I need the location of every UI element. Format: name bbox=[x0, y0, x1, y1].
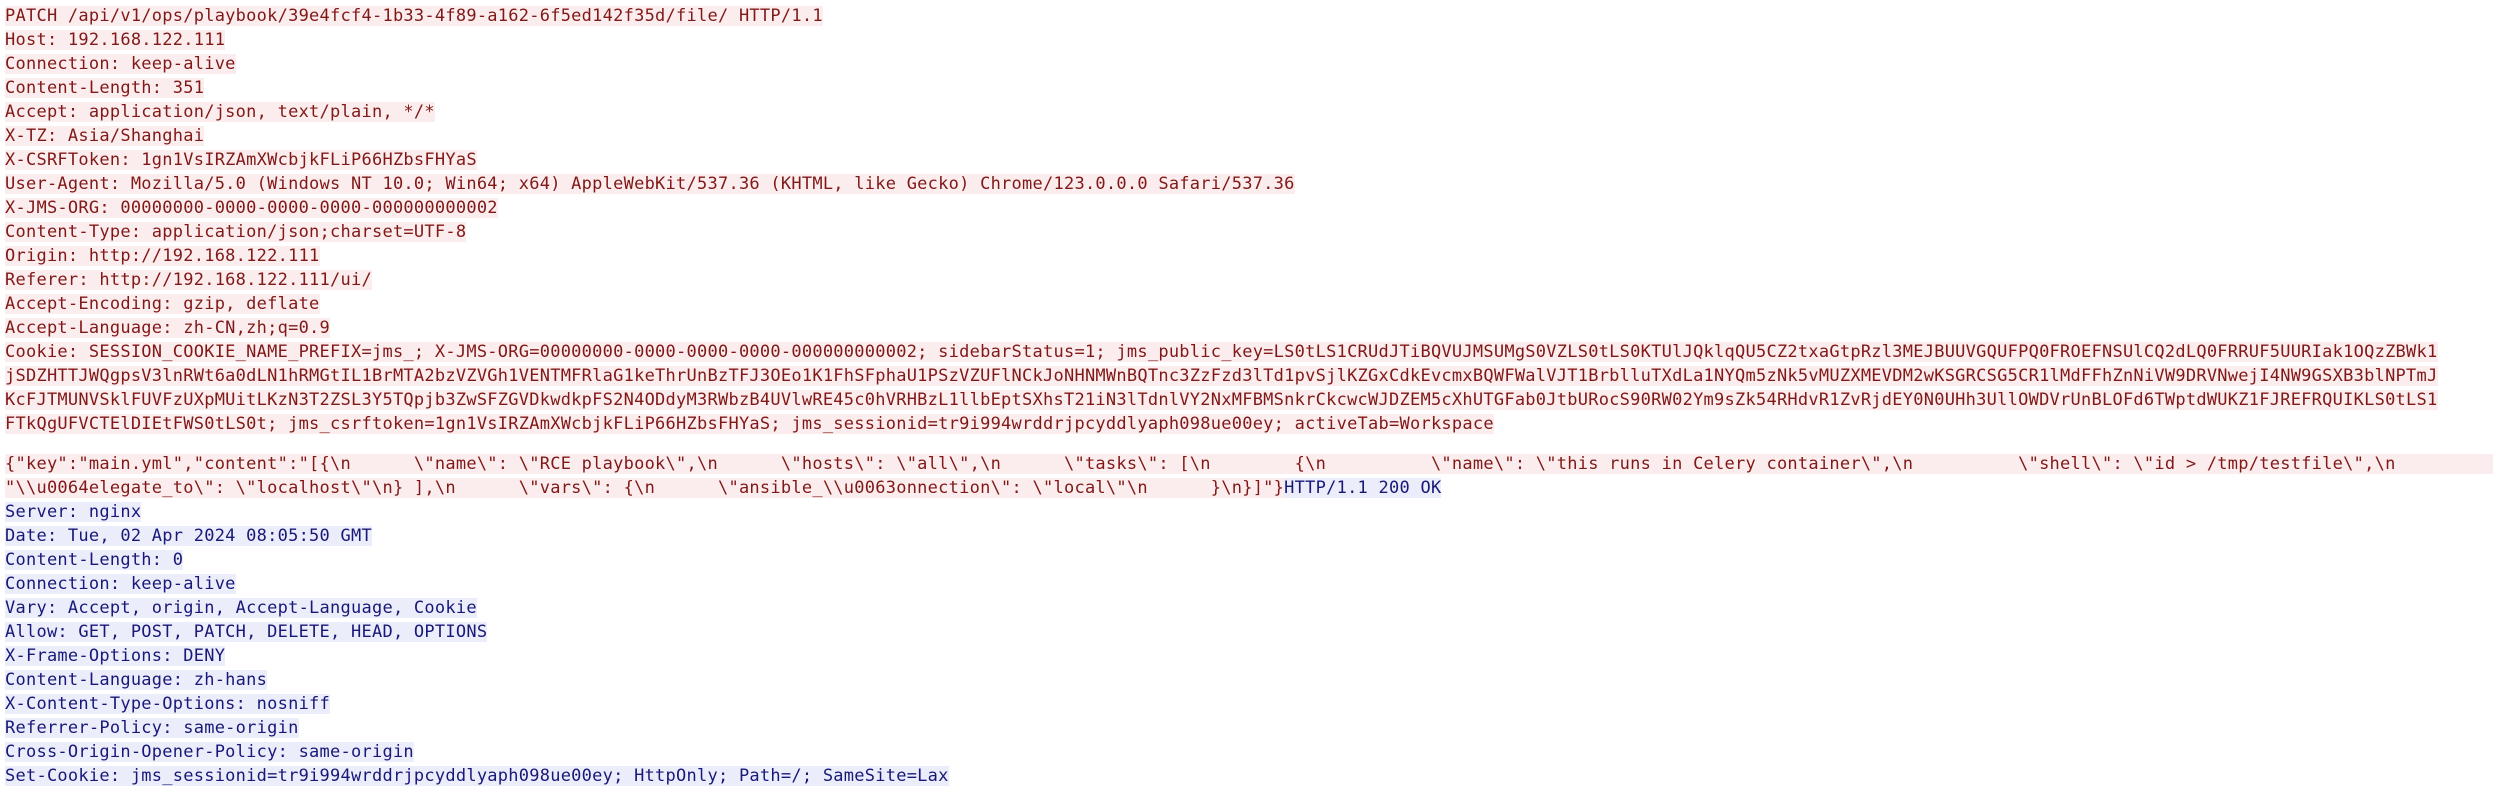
request-body-line: {"key":"main.yml","content":"[{\n \"name… bbox=[5, 452, 2493, 476]
response-status-line: HTTP/1.1 200 OK bbox=[1284, 478, 1442, 498]
response-header-set-cookie: Set-Cookie: jms_sessionid=tr9i994wrddrjp… bbox=[5, 766, 949, 786]
request-header-x-jms-org: X-JMS-ORG: 00000000-0000-0000-0000-00000… bbox=[5, 198, 498, 218]
request-header-accept: Accept: application/json, text/plain, */… bbox=[5, 102, 435, 122]
request-header-cookie-cont: jSDZHTTJWQgpsV3lnRWt6a0dLN1hRMGtIL1BrMTA… bbox=[5, 366, 2438, 386]
request-header-cookie-cont: KcFJTMUNVSklFUVFzUXpMUitLKzN3T2ZSL3Y5TQp… bbox=[5, 390, 2438, 410]
response-header-x-frame-options: X-Frame-Options: DENY bbox=[5, 646, 226, 666]
request-header-x-csrftoken: X-CSRFToken: 1gn1VsIRZAmXWcbjkFLiP66HZbs… bbox=[5, 150, 477, 170]
response-header-vary: Vary: Accept, origin, Accept-Language, C… bbox=[5, 598, 477, 618]
request-header-cookie: Cookie: SESSION_COOKIE_NAME_PREFIX=jms_;… bbox=[5, 342, 2438, 362]
request-header-origin: Origin: http://192.168.122.111 bbox=[5, 246, 320, 266]
response-header-connection: Connection: keep-alive bbox=[5, 574, 236, 594]
request-header-user-agent: User-Agent: Mozilla/5.0 (Windows NT 10.0… bbox=[5, 174, 1295, 194]
request-header-content-type: Content-Type: application/json;charset=U… bbox=[5, 222, 467, 242]
response-header-coop: Cross-Origin-Opener-Policy: same-origin bbox=[5, 742, 414, 762]
response-header-allow: Allow: GET, POST, PATCH, DELETE, HEAD, O… bbox=[5, 622, 488, 642]
request-header-accept-language: Accept-Language: zh-CN,zh;q=0.9 bbox=[5, 318, 331, 338]
request-header-connection: Connection: keep-alive bbox=[5, 54, 236, 74]
request-body-line: "\\u0064elegate_to\": \"localhost\"\n} ]… bbox=[5, 478, 1442, 498]
response-header-server: Server: nginx bbox=[5, 502, 142, 522]
header-body-separator bbox=[5, 436, 2493, 452]
response-header-content-length: Content-Length: 0 bbox=[5, 550, 184, 570]
request-header-x-tz: X-TZ: Asia/Shanghai bbox=[5, 126, 205, 146]
request-header-host: Host: 192.168.122.111 bbox=[5, 30, 226, 50]
request-header-referer: Referer: http://192.168.122.111/ui/ bbox=[5, 270, 372, 290]
request-line: PATCH /api/v1/ops/playbook/39e4fcf4-1b33… bbox=[5, 6, 823, 26]
request-header-content-length: Content-Length: 351 bbox=[5, 78, 205, 98]
request-header-cookie-cont: FTkQgUFVCTElDIEtFWS0tLS0t; jms_csrftoken… bbox=[5, 414, 1494, 434]
response-header-content-language: Content-Language: zh-hans bbox=[5, 670, 268, 690]
response-header-referrer-policy: Referrer-Policy: same-origin bbox=[5, 718, 299, 738]
tcp-stream-view: PATCH /api/v1/ops/playbook/39e4fcf4-1b33… bbox=[5, 4, 2493, 788]
response-header-x-content-type-options: X-Content-Type-Options: nosniff bbox=[5, 694, 331, 714]
request-header-accept-encoding: Accept-Encoding: gzip, deflate bbox=[5, 294, 320, 314]
response-header-date: Date: Tue, 02 Apr 2024 08:05:50 GMT bbox=[5, 526, 372, 546]
